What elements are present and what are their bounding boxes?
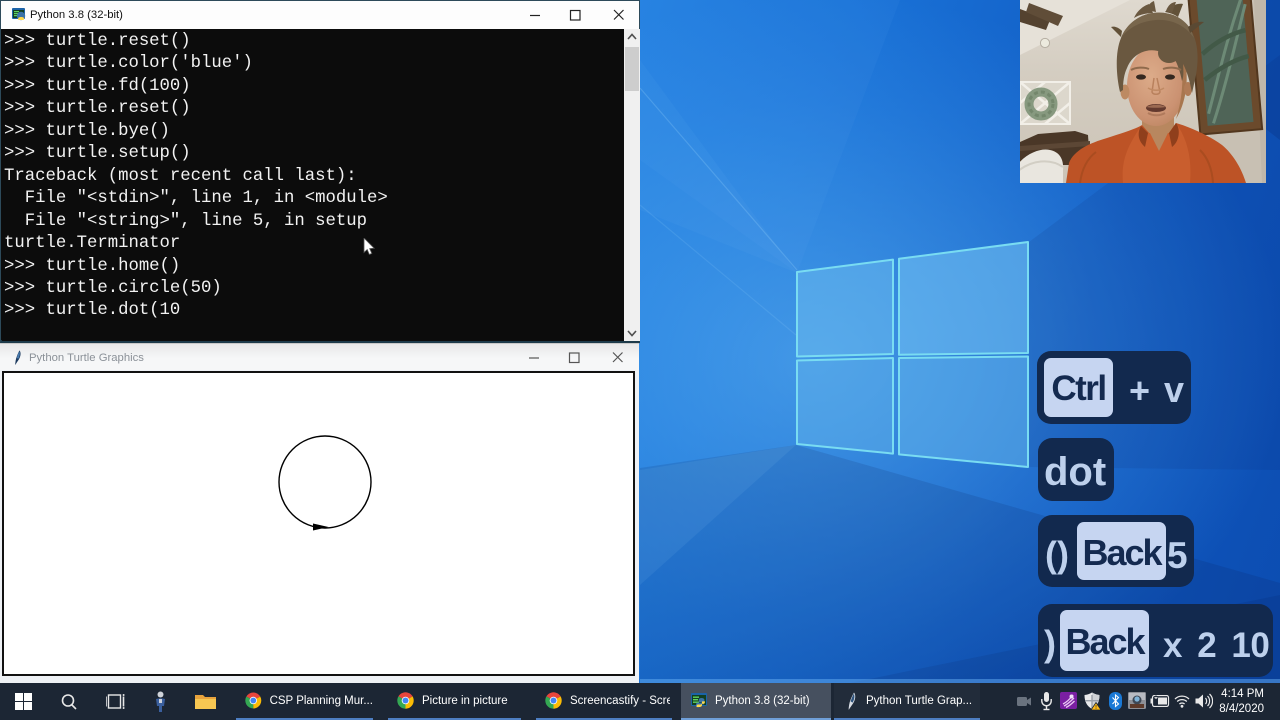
svg-text:!: !	[1095, 705, 1097, 710]
